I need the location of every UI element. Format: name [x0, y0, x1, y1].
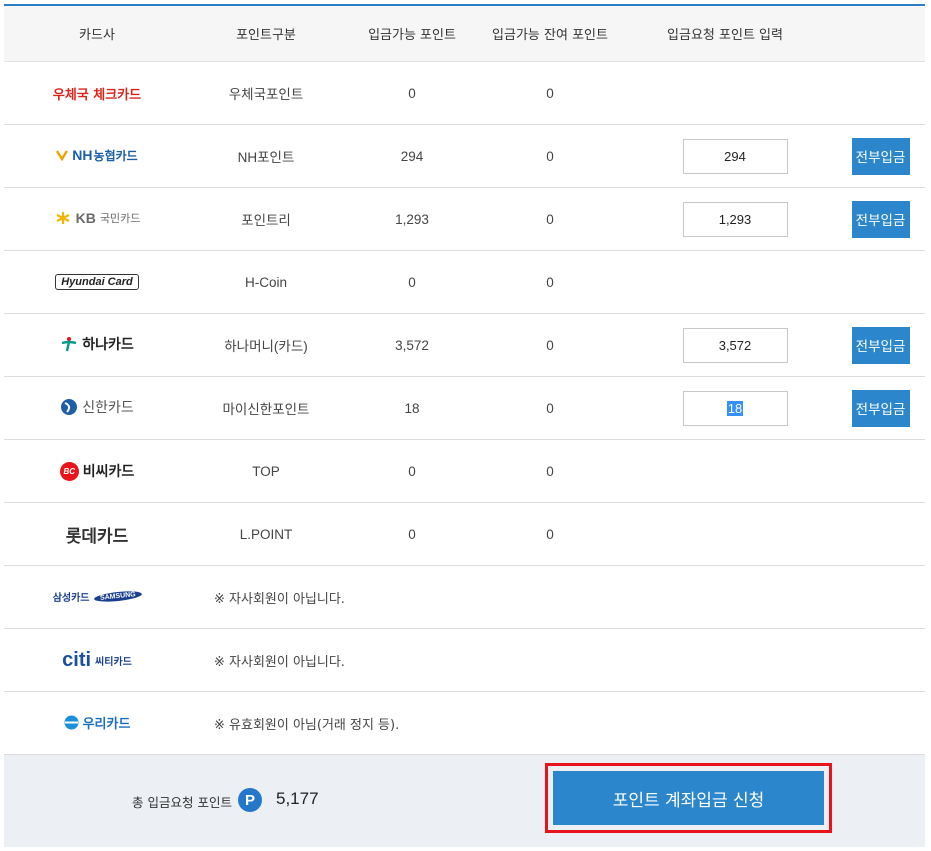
epost-card-logo: 우체국 체크카드 — [52, 87, 142, 103]
table-row-shinhan: 신한카드 마이신한포인트 18 0 18 전부입금 — [4, 377, 925, 440]
nh-card-logo: NH 농협카드 — [56, 147, 138, 164]
point-type: TOP — [252, 463, 280, 479]
available-points: 0 — [408, 463, 416, 479]
table-row-hyundai: Hyundai Card H-Coin 0 0 — [4, 251, 925, 314]
point-type: 우체국포인트 — [228, 87, 304, 102]
nh-deposit-all-button[interactable]: 전부입금 — [851, 137, 910, 175]
table-header: 카드사 포인트구분 입금가능 포인트 입금가능 잔여 포인트 입금요청 포인트 … — [4, 6, 925, 62]
point-transfer-page: 카드사 포인트구분 입금가능 포인트 입금가능 잔여 포인트 입금요청 포인트 … — [0, 0, 931, 851]
summary-bar: 총 입금요청 포인트 P 5,177 포인트 계좌입금 신청 — [4, 755, 925, 847]
shinhan-point-input[interactable]: 18 — [682, 390, 788, 426]
remaining-points: 0 — [546, 85, 554, 101]
table-row-bc: BC 비씨카드 TOP 0 0 — [4, 440, 925, 503]
kb-card-logo: KB 국민카드 — [54, 210, 140, 226]
available-points: 0 — [408, 85, 416, 101]
card-points-table: 카드사 포인트구분 입금가능 포인트 입금가능 잔여 포인트 입금요청 포인트 … — [4, 4, 925, 755]
hana-card-logo: 하나카드 — [60, 334, 134, 354]
point-badge-icon: P — [238, 788, 262, 812]
hyundai-card-logo: Hyundai Card — [55, 274, 139, 290]
apply-highlight-frame: 포인트 계좌입금 신청 — [545, 763, 832, 833]
lotte-card-logo: 롯데카드 — [65, 526, 129, 547]
header-remaining: 입금가능 잔여 포인트 — [492, 28, 608, 43]
point-type: 하나머니(카드) — [224, 339, 308, 354]
table-row-woori: 우리카드 ※ 유효회원이 아님(거래 정지 등). — [4, 692, 925, 755]
remaining-points: 0 — [546, 274, 554, 290]
point-type: 포인트리 — [241, 213, 291, 228]
shinhan-card-logo: 신한카드 — [60, 397, 134, 417]
point-type: H-Coin — [244, 274, 287, 290]
remaining-points: 0 — [546, 400, 554, 416]
citi-card-logo: citi 씨티카드 — [62, 648, 132, 671]
remaining-points: 0 — [546, 148, 554, 164]
table-row-hana: 하나카드 하나머니(카드) 3,572 0 3,572 전부입금 — [4, 314, 925, 377]
nh-mark-icon — [56, 150, 69, 162]
membership-note: ※ 자사회원이 아닙니다. — [214, 591, 345, 607]
samsung-card-logo: 삼성카드 SAMSUNG — [53, 589, 142, 604]
shinhan-mark-icon — [61, 398, 78, 415]
table-row-nh: NH 농협카드 NH포인트 294 0 294 전부입금 — [4, 125, 925, 188]
header-card: 카드사 — [79, 28, 115, 43]
point-type: NH포인트 — [237, 150, 295, 165]
point-type: 마이신한포인트 — [222, 402, 310, 417]
woori-card-logo: 우리카드 — [64, 713, 130, 732]
remaining-points: 0 — [546, 337, 554, 353]
table-row-kb: KB 국민카드 포인트리 1,293 0 1,293 전부입금 — [4, 188, 925, 251]
available-points: 0 — [408, 526, 416, 542]
hana-deposit-all-button[interactable]: 전부입금 — [851, 326, 910, 364]
selected-text: 18 — [726, 400, 744, 416]
apply-transfer-button[interactable]: 포인트 계좌입금 신청 — [553, 771, 824, 825]
available-points: 18 — [404, 400, 420, 416]
available-points: 294 — [400, 148, 424, 164]
kb-star-icon — [56, 211, 70, 224]
available-points: 0 — [408, 274, 416, 290]
samsung-ellipse-icon: SAMSUNG — [93, 589, 142, 604]
table-row-epost: 우체국 체크카드 우체국포인트 0 0 — [4, 62, 925, 125]
point-type: L.POINT — [239, 526, 293, 542]
table-row-lotte: 롯데카드 L.POINT 0 0 — [4, 503, 925, 566]
header-type: 포인트구분 — [236, 28, 296, 43]
shinhan-deposit-all-button[interactable]: 전부입금 — [851, 389, 910, 427]
membership-note: ※ 유효회원이 아님(거래 정지 등). — [214, 717, 400, 733]
nh-point-input[interactable]: 294 — [682, 138, 788, 174]
membership-note: ※ 자사회원이 아닙니다. — [214, 654, 345, 670]
table-row-citi: citi 씨티카드 ※ 자사회원이 아닙니다. — [4, 629, 925, 692]
bc-mark-icon: BC — [59, 461, 79, 481]
kb-point-input[interactable]: 1,293 — [682, 201, 788, 237]
available-points: 3,572 — [395, 337, 429, 353]
header-available: 입금가능 포인트 — [368, 28, 456, 43]
header-request: 입금요청 포인트 입력 — [667, 28, 783, 43]
remaining-points: 0 — [546, 211, 554, 227]
bc-card-logo: BC 비씨카드 — [59, 461, 134, 481]
woori-mark-icon — [64, 715, 79, 729]
available-points: 1,293 — [395, 211, 429, 227]
hana-mark-icon — [61, 336, 77, 351]
remaining-points: 0 — [546, 526, 554, 542]
remaining-points: 0 — [546, 463, 554, 479]
total-request-label: 총 입금요청 포인트 — [132, 795, 232, 810]
total-request-value: 5,177 — [276, 789, 319, 808]
kb-deposit-all-button[interactable]: 전부입금 — [851, 200, 910, 238]
table-row-samsung: 삼성카드 SAMSUNG ※ 자사회원이 아닙니다. — [4, 566, 925, 629]
hana-point-input[interactable]: 3,572 — [682, 327, 788, 363]
